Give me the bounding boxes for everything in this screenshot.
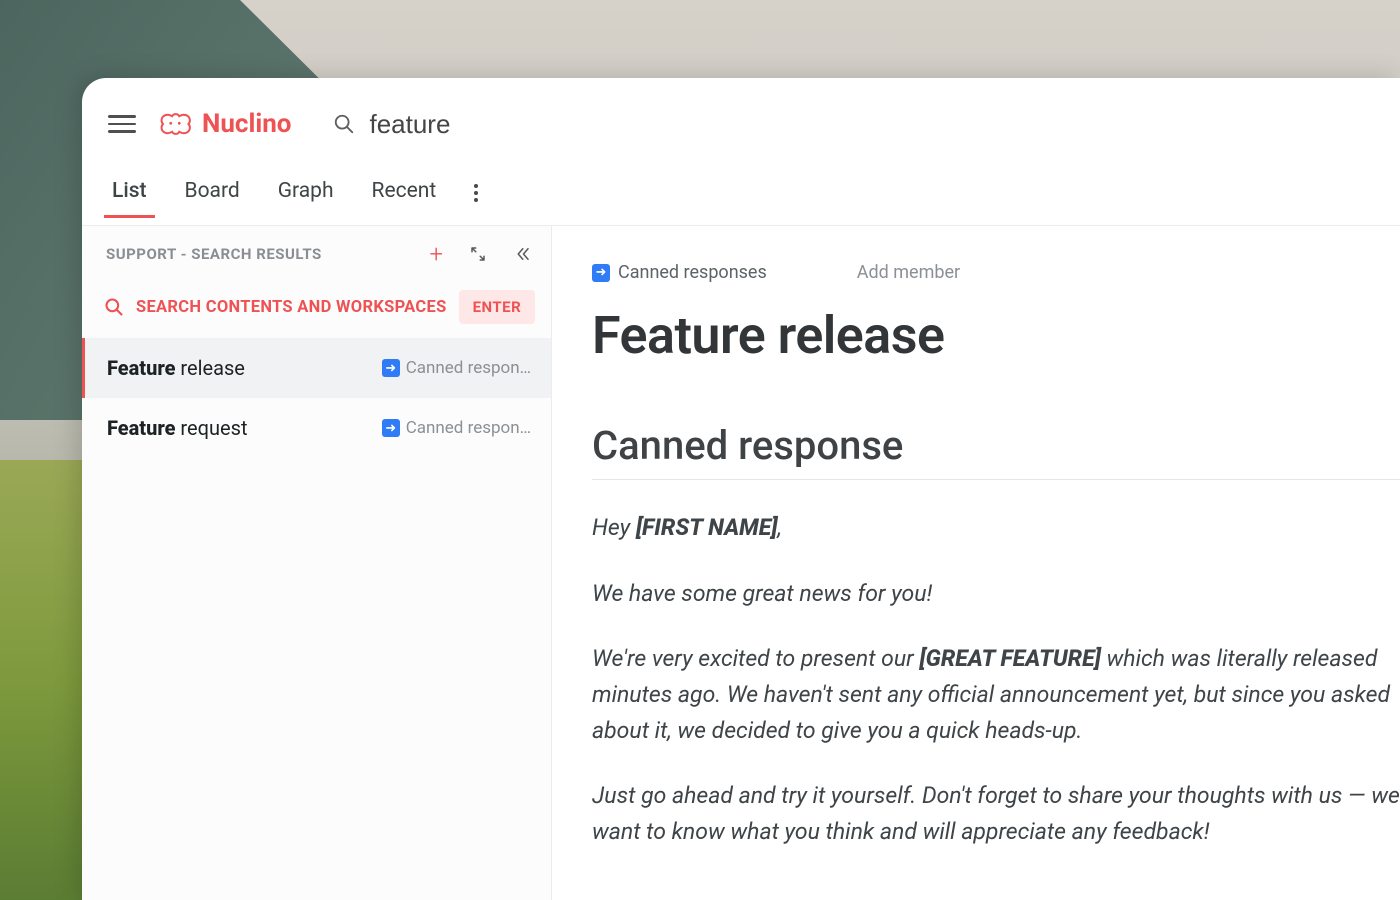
- add-member-button[interactable]: Add member: [857, 262, 960, 283]
- breadcrumb[interactable]: ➜ Canned responses: [592, 262, 767, 283]
- brain-icon: [158, 111, 192, 137]
- result-meta: ➜ Canned respon…: [382, 358, 531, 378]
- tab-graph[interactable]: Graph: [278, 179, 334, 217]
- body-paragraph: We have some great news for you!: [592, 576, 1400, 612]
- view-tabs: List Board Graph Recent: [82, 170, 1400, 226]
- search-group: [333, 109, 769, 140]
- more-icon[interactable]: [474, 184, 478, 212]
- expand-icon[interactable]: [469, 245, 487, 263]
- result-title: Feature request: [107, 416, 248, 440]
- sidebar-header-label: SUPPORT - SEARCH RESULTS: [106, 245, 322, 263]
- arrow-right-icon: ➜: [382, 419, 400, 437]
- tab-recent[interactable]: Recent: [372, 179, 437, 217]
- search-contents-row[interactable]: SEARCH CONTENTS AND WORKSPACES ENTER: [82, 276, 551, 338]
- search-contents-label: SEARCH CONTENTS AND WORKSPACES: [136, 298, 447, 317]
- menu-icon[interactable]: [108, 110, 136, 138]
- section-title: Canned response: [592, 422, 1400, 480]
- tab-board[interactable]: Board: [185, 179, 240, 217]
- body-paragraph: Hey [FIRST NAME],: [592, 510, 1400, 546]
- brand-logo[interactable]: Nuclino: [158, 109, 291, 139]
- brand-name: Nuclino: [202, 109, 291, 139]
- arrow-right-icon: ➜: [592, 264, 610, 282]
- enter-badge: ENTER: [459, 290, 536, 324]
- sidebar-header: SUPPORT - SEARCH RESULTS +: [82, 226, 551, 276]
- search-result-item[interactable]: Feature release ➜ Canned respon…: [82, 338, 551, 398]
- page-title: Feature release: [592, 305, 1400, 366]
- search-icon: [104, 297, 124, 317]
- body-paragraph: We're very excited to present our [GREAT…: [592, 641, 1400, 748]
- result-title: Feature release: [107, 356, 245, 380]
- topbar: Nuclino: [82, 78, 1400, 170]
- add-icon[interactable]: +: [429, 242, 443, 266]
- app-window: Nuclino List Board Graph Recent SUPPORT …: [82, 78, 1400, 900]
- arrow-right-icon: ➜: [382, 359, 400, 377]
- tab-list[interactable]: List: [112, 179, 147, 217]
- content-pane: ➜ Canned responses Add member Feature re…: [552, 226, 1400, 900]
- body-paragraph: Just go ahead and try it yourself. Don't…: [592, 778, 1400, 849]
- collapse-icon[interactable]: [513, 245, 531, 263]
- sidebar: SUPPORT - SEARCH RESULTS + SEARCH CONTE: [82, 226, 552, 900]
- search-input[interactable]: [369, 109, 769, 140]
- result-meta: ➜ Canned respon…: [382, 418, 531, 438]
- search-result-item[interactable]: Feature request ➜ Canned respon…: [82, 398, 551, 458]
- breadcrumb-row: ➜ Canned responses Add member: [592, 262, 1400, 283]
- search-icon: [333, 113, 355, 135]
